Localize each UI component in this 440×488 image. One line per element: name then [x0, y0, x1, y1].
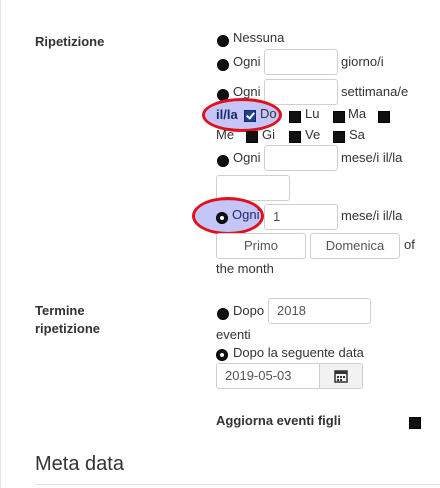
of-label: of [404, 237, 415, 252]
radio-none[interactable] [217, 35, 229, 47]
checkbox-update-children[interactable] [409, 417, 421, 429]
calendar-button[interactable] [320, 363, 363, 389]
radio-monthly-day[interactable] [217, 155, 229, 167]
the-month-label: the month [216, 261, 274, 276]
day-label-lu: Lu [305, 106, 320, 121]
end-date-label: Dopo la seguente data [233, 345, 364, 360]
radio-end-after[interactable] [217, 308, 229, 320]
weekly-interval-input[interactable] [264, 79, 338, 105]
checkbox-day-lu[interactable] [289, 111, 301, 123]
end-events-label: eventi [216, 327, 251, 342]
monthly-weekday-every-label: Ogni [232, 207, 260, 222]
update-children-label: Aggiorna eventi figli [216, 413, 341, 428]
meta-divider [35, 484, 440, 485]
day-label-do: Do [260, 106, 277, 121]
end-label-line2: ripetizione [35, 321, 101, 336]
checkbox-day-gi[interactable] [246, 131, 258, 143]
repeat-label: Ripetizione [35, 34, 105, 49]
day-label-sa: Sa [349, 127, 365, 142]
radio-daily[interactable] [217, 59, 229, 71]
checkbox-day-ma[interactable] [333, 111, 345, 123]
monthly-unit-label: mese/i il/la [341, 150, 403, 165]
checkbox-day-ve[interactable] [289, 131, 301, 143]
checkbox-day-me[interactable] [378, 111, 390, 123]
monthly-every-label: Ogni [233, 150, 261, 165]
monthly-weekday-unit-label: mese/i il/la [341, 208, 403, 223]
radio-end-date[interactable] [216, 349, 228, 361]
none-label: Nessuna [233, 30, 285, 45]
calendar-icon [334, 370, 348, 383]
end-after-count-input[interactable]: 2018 [268, 298, 371, 324]
monthly-weekday-interval-input[interactable]: 1 [264, 204, 338, 230]
daily-unit-label: giorno/i [341, 54, 384, 69]
ordinal-select[interactable]: Primo [216, 233, 306, 259]
meta-data-title: Meta data [35, 453, 124, 475]
weekly-unit-label: settimana/e [341, 84, 409, 99]
checkbox-day-sa[interactable] [333, 131, 345, 143]
monthly-interval-input[interactable] [264, 145, 338, 171]
day-label-ma: Ma [348, 106, 367, 121]
weekday-select[interactable]: Domenica [310, 233, 400, 259]
weekly-every-label: Ogni [233, 84, 261, 99]
checkbox-day-do[interactable] [244, 110, 256, 122]
day-label-ve: Ve [305, 127, 321, 142]
day-label-gi: Gi [262, 127, 275, 142]
end-date-input[interactable]: 2019-05-03 [216, 363, 320, 389]
daily-interval-input[interactable] [264, 49, 338, 75]
day-label-me: Me [216, 127, 235, 142]
left-border [0, 0, 1, 488]
radio-monthly-weekday[interactable] [216, 212, 228, 224]
end-after-label: Dopo [233, 303, 265, 318]
on-the-label: il/la [216, 107, 238, 122]
end-label-line1: Termine [35, 303, 85, 318]
daily-every-label: Ogni [233, 54, 261, 69]
